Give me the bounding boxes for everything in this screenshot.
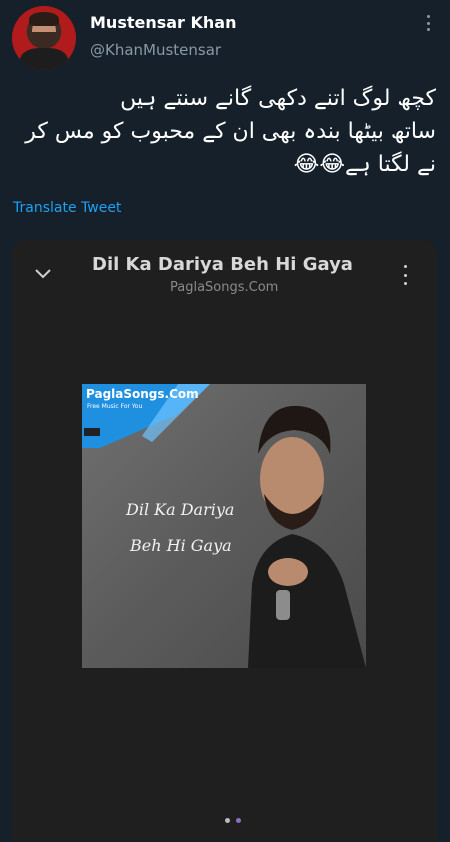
- tweet-text-line: ساتھ بیٹھا بندہ بھی ان کے محبوب کو مس کر: [25, 119, 436, 144]
- tweet-text-line: کچھ لوگ اتنے دکھی گانے سنتے ہیں: [120, 86, 436, 111]
- card-more-vertical-icon[interactable]: [401, 265, 409, 285]
- artwork-tagline: Free Music For You: [87, 403, 143, 410]
- card-subtitle: PaglaSongs.Com: [170, 280, 279, 295]
- artwork-brand: PaglaSongs.Com: [86, 387, 199, 401]
- tweet-text-line: نے لگتا ہے😂😂: [293, 152, 436, 177]
- pagination-dot-active[interactable]: [236, 818, 241, 823]
- avatar-hair: [29, 12, 59, 26]
- display-name[interactable]: Mustensar Khan: [90, 13, 236, 32]
- tweet-header: Mustensar Khan @KhanMustensar: [0, 0, 450, 80]
- media-card[interactable]: Dil Ka Dariya Beh Hi Gaya Cov PaglaSongs…: [12, 240, 437, 842]
- artwork-title-line: Beh Hi Gaya: [130, 536, 232, 555]
- card-title[interactable]: Dil Ka Dariya Beh Hi Gaya Cov: [92, 254, 357, 275]
- more-vertical-icon[interactable]: [420, 12, 436, 34]
- tweet-text: کچھ لوگ اتنے دکھی گانے سنتے ہیں ساتھ بیٹ…: [16, 82, 436, 181]
- artist-photo: [248, 405, 366, 668]
- chevron-down-icon[interactable]: [34, 264, 52, 282]
- artwork-title-line: Dil Ka Dariya: [126, 500, 235, 519]
- avatar-body: [20, 48, 68, 70]
- album-artwork[interactable]: PaglaSongs.Com Free Music For You Dil Ka…: [82, 384, 366, 668]
- translate-tweet-link[interactable]: Translate Tweet: [13, 200, 121, 216]
- user-handle[interactable]: @KhanMustensar: [90, 41, 221, 59]
- avatar[interactable]: [12, 6, 76, 70]
- carousel-pagination: [225, 818, 241, 823]
- pagination-dot[interactable]: [225, 818, 230, 823]
- avatar-beard: [32, 32, 56, 48]
